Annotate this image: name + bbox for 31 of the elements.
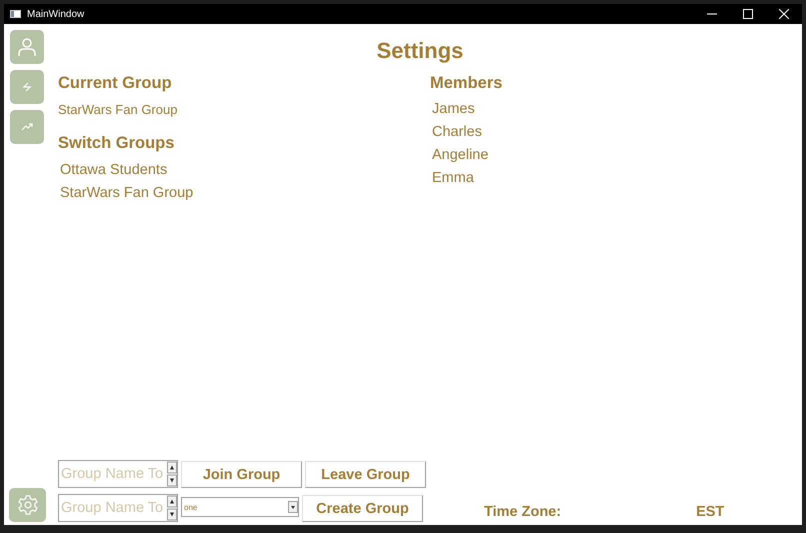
group-name-spin-field[interactable]: Group Name To (58, 460, 178, 488)
trend-icon (20, 122, 32, 132)
window-title: MainWindow (27, 8, 86, 20)
time-zone-value: EST (696, 504, 724, 520)
member-name: Charles (432, 123, 483, 142)
section-heading: Members (430, 74, 504, 93)
spin-up-icon[interactable] (167, 495, 177, 508)
group-list-item[interactable]: StarWars Fan Group (60, 182, 430, 205)
join-group-button[interactable]: Join Group (181, 461, 302, 488)
section-heading: Current Group (58, 74, 173, 93)
gear-icon (16, 494, 38, 516)
spin-down-icon[interactable] (167, 474, 177, 487)
member-name: James (432, 100, 476, 119)
person-icon (16, 37, 36, 57)
page-title: Settings (376, 38, 464, 64)
maximize-icon[interactable] (743, 9, 753, 19)
group-name-spin-field[interactable]: Group Name To (58, 494, 178, 522)
lightning-icon (22, 82, 32, 92)
leave-group-button[interactable]: Leave Group (305, 461, 426, 488)
spin-down-icon[interactable] (167, 508, 177, 521)
group-list-item[interactable]: Ottawa Students (60, 159, 430, 182)
current-group-name: StarWars Fan Group (58, 102, 178, 117)
app-icon (10, 10, 21, 18)
spin-up-icon[interactable] (167, 461, 177, 474)
close-icon[interactable] (779, 9, 789, 19)
create-group-button[interactable]: Create Group (302, 495, 423, 522)
member-name: Angeline (432, 146, 490, 165)
time-zone-label: Time Zone: (484, 504, 562, 520)
section-heading: Switch Groups (58, 134, 176, 153)
member-name: Emma (432, 169, 475, 188)
group-dropdown[interactable]: one (181, 497, 299, 517)
